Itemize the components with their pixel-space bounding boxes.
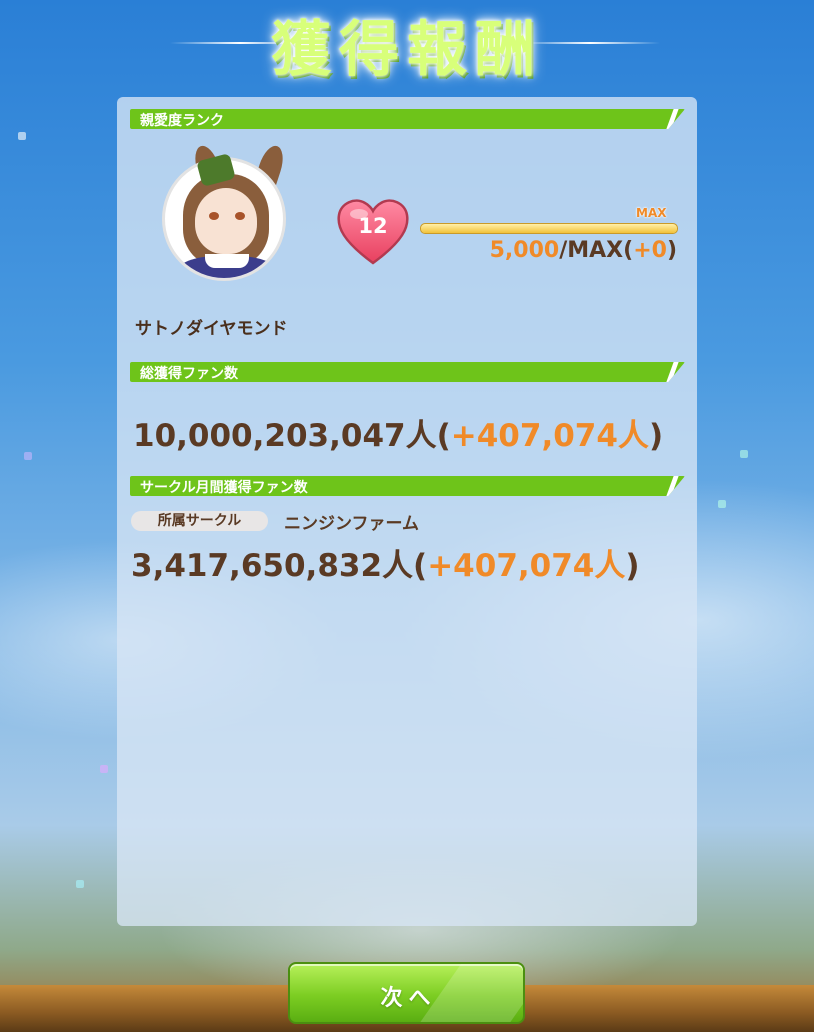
circle-fans-section-header: サークル月間獲得ファン数 [130, 476, 685, 496]
header-stripe [666, 109, 679, 129]
sparkle-decoration [76, 880, 84, 888]
total-fans-header-label: 総獲得ファン数 [140, 366, 238, 382]
next-button[interactable]: 次へ [288, 962, 525, 1024]
bond-rank-heart-icon: 12 [335, 197, 411, 267]
sparkle-decoration [718, 500, 726, 508]
page-title: 獲得報酬 [0, 4, 814, 85]
avatar-eye [209, 212, 219, 220]
sparkle-decoration [100, 765, 108, 773]
avatar-collar [205, 254, 249, 268]
sparkle-decoration [24, 452, 32, 460]
header-stripe [666, 362, 679, 382]
total-fans-value: 10,000,203,047人(+407,074人) [133, 410, 663, 455]
total-fans-close: ) [648, 418, 664, 454]
bond-points-text: 5,000/MAX(+0) [467, 238, 677, 263]
bond-section-header: 親愛度ランク [130, 109, 685, 129]
sparkle-decoration [740, 450, 748, 458]
bond-max-label: MAX [636, 206, 667, 220]
bond-points-separator: /MAX( [559, 238, 634, 263]
total-fans-delta: +407,074人 [450, 418, 649, 454]
circle-fans-value: 3,417,650,832人(+407,074人) [131, 540, 640, 585]
header-stripe [666, 476, 679, 496]
bond-points-value: 5,000 [489, 238, 560, 263]
avatar-face [195, 188, 257, 254]
page-title-text: 獲得報酬 [271, 14, 543, 85]
circle-name: ニンジンファーム [284, 514, 419, 534]
rewards-panel: 親愛度ランク サトノダイヤモンド 12 MAX 5,000/MAX(+0) 総獲… [117, 97, 697, 926]
circle-fans-header-label: サークル月間獲得ファン数 [140, 480, 308, 496]
sparkle-decoration [18, 132, 26, 140]
bond-points-close: ) [666, 238, 677, 263]
bond-section-header-label: 親愛度ランク [140, 113, 224, 129]
next-button-label: 次へ [380, 986, 437, 1011]
circle-fans-count: 3,417,650,832人( [131, 548, 428, 584]
total-fans-count: 10,000,203,047人( [133, 418, 451, 454]
circle-fans-delta: +407,074人 [427, 548, 626, 584]
bond-progress-fill [421, 224, 677, 233]
total-fans-section-header: 総獲得ファン数 [130, 362, 685, 382]
circle-fans-close: ) [625, 548, 640, 584]
bond-rank-number: 12 [358, 214, 388, 238]
bond-progress-bar [420, 223, 678, 234]
avatar-eye [235, 212, 245, 220]
character-name: サトノダイヤモンド [135, 319, 288, 339]
bond-points-delta: +0 [633, 238, 667, 263]
circle-affiliation-badge: 所属サークル [131, 511, 268, 531]
